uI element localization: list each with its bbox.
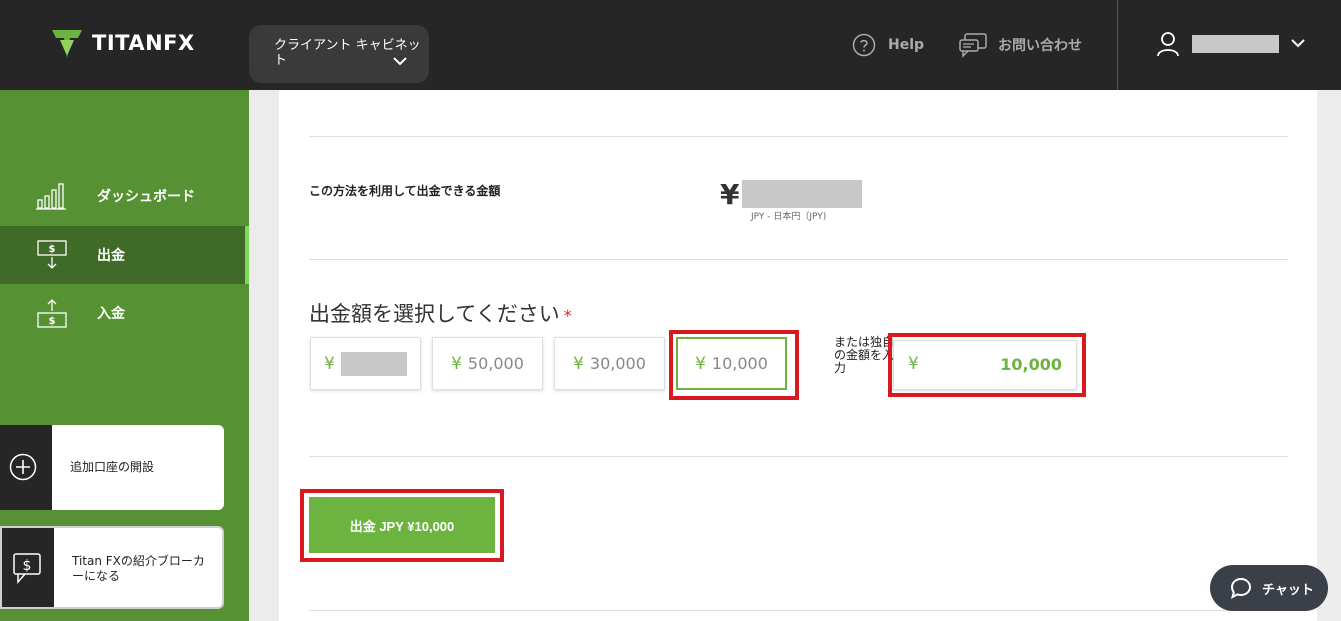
plus-circle-icon bbox=[9, 453, 37, 481]
amount-option-50000[interactable]: ¥ 50,000 bbox=[432, 337, 543, 390]
divider bbox=[1117, 0, 1118, 90]
highlight-box bbox=[669, 330, 799, 400]
contact-label: お問い合わせ bbox=[998, 38, 1082, 54]
divider bbox=[309, 136, 1288, 137]
yen-symbol: ¥ bbox=[324, 353, 335, 374]
chat-button[interactable]: チャット bbox=[1210, 565, 1328, 611]
chevron-down-icon bbox=[393, 57, 407, 66]
withdraw-icon: $ bbox=[37, 240, 67, 269]
titanfx-shield-icon bbox=[52, 30, 82, 58]
become-ib-card[interactable]: $ Titan FXの紹介ブローカーになる bbox=[0, 526, 224, 609]
chat-bubble-icon bbox=[1230, 577, 1252, 599]
withdraw-panel: この方法を利用して出金できる金額 ¥ JPY - 日本円（JPY) 出金額を選択… bbox=[279, 90, 1317, 621]
yen-symbol: ¥ bbox=[451, 353, 462, 374]
yen-symbol: ¥ bbox=[573, 353, 584, 374]
required-mark: * bbox=[563, 306, 572, 325]
sidebar-item-label: ダッシュボード bbox=[97, 189, 195, 205]
contact-link[interactable]: お問い合わせ bbox=[958, 32, 1082, 58]
highlight-box bbox=[888, 333, 1086, 397]
question-icon bbox=[852, 33, 876, 57]
available-currency-symbol: ¥ bbox=[720, 178, 740, 211]
svg-text:$: $ bbox=[49, 316, 56, 327]
available-amount-redacted bbox=[742, 180, 862, 208]
open-additional-account-card[interactable]: 追加口座の開設 bbox=[0, 425, 224, 510]
svg-text:$: $ bbox=[49, 244, 56, 255]
currency-note: JPY - 日本円（JPY) bbox=[751, 212, 827, 222]
card-label: 追加口座の開設 bbox=[70, 460, 155, 474]
dollar-chat-icon: $ bbox=[13, 553, 41, 584]
chevron-down-icon[interactable] bbox=[1291, 39, 1305, 48]
titanfx-logo[interactable]: TITANFX bbox=[50, 26, 195, 60]
card-icon-panel: $ bbox=[2, 528, 54, 607]
amount-option-full[interactable]: ¥ bbox=[310, 337, 421, 390]
chat-label: チャット bbox=[1262, 582, 1314, 598]
sidebar: ダッシュボード $ 出金 $ 入金 追加口座の開設 $ Titan FXの紹介ブ… bbox=[0, 90, 249, 621]
svg-text:$: $ bbox=[23, 558, 32, 574]
deposit-icon: $ bbox=[37, 299, 67, 328]
help-label: Help bbox=[888, 37, 925, 53]
highlight-box bbox=[300, 489, 504, 562]
active-indicator bbox=[245, 226, 249, 284]
divider bbox=[309, 456, 1288, 457]
amount-option-30000[interactable]: ¥ 30,000 bbox=[554, 337, 665, 390]
card-label: Titan FXの紹介ブローカーになる bbox=[72, 554, 205, 583]
sidebar-item-label: 入金 bbox=[97, 306, 125, 322]
sidebar-item-label: 出金 bbox=[97, 248, 125, 264]
sidebar-item-withdraw[interactable]: $ 出金 bbox=[0, 226, 249, 284]
chat-bubbles-icon bbox=[959, 33, 987, 58]
amount-value: 30,000 bbox=[589, 354, 646, 373]
top-bar: TITANFX クライアント キャビネット Help お問い合わせ bbox=[0, 0, 1341, 90]
select-amount-title-text: 出金額を選択してください bbox=[309, 302, 560, 326]
sidebar-item-deposit[interactable]: $ 入金 bbox=[0, 284, 249, 342]
amount-value: 50,000 bbox=[467, 354, 524, 373]
card-icon-panel bbox=[0, 425, 52, 510]
logo-text: TITANFX bbox=[92, 31, 195, 55]
amount-redacted bbox=[340, 351, 407, 376]
available-amount-label: この方法を利用して出金できる金額 bbox=[309, 184, 501, 198]
chart-icon bbox=[36, 183, 66, 210]
divider bbox=[309, 610, 1288, 611]
client-cabinet-dropdown[interactable]: クライアント キャビネット bbox=[249, 25, 429, 83]
help-link[interactable]: Help bbox=[852, 33, 924, 57]
custom-amount-label: または独自の金額を入力 bbox=[834, 335, 895, 375]
select-amount-title: 出金額を選択してください * bbox=[309, 298, 572, 328]
user-name-redacted[interactable] bbox=[1192, 35, 1279, 53]
user-icon[interactable] bbox=[1157, 31, 1179, 57]
divider bbox=[309, 259, 1288, 260]
sidebar-item-dashboard[interactable]: ダッシュボード bbox=[0, 167, 249, 225]
